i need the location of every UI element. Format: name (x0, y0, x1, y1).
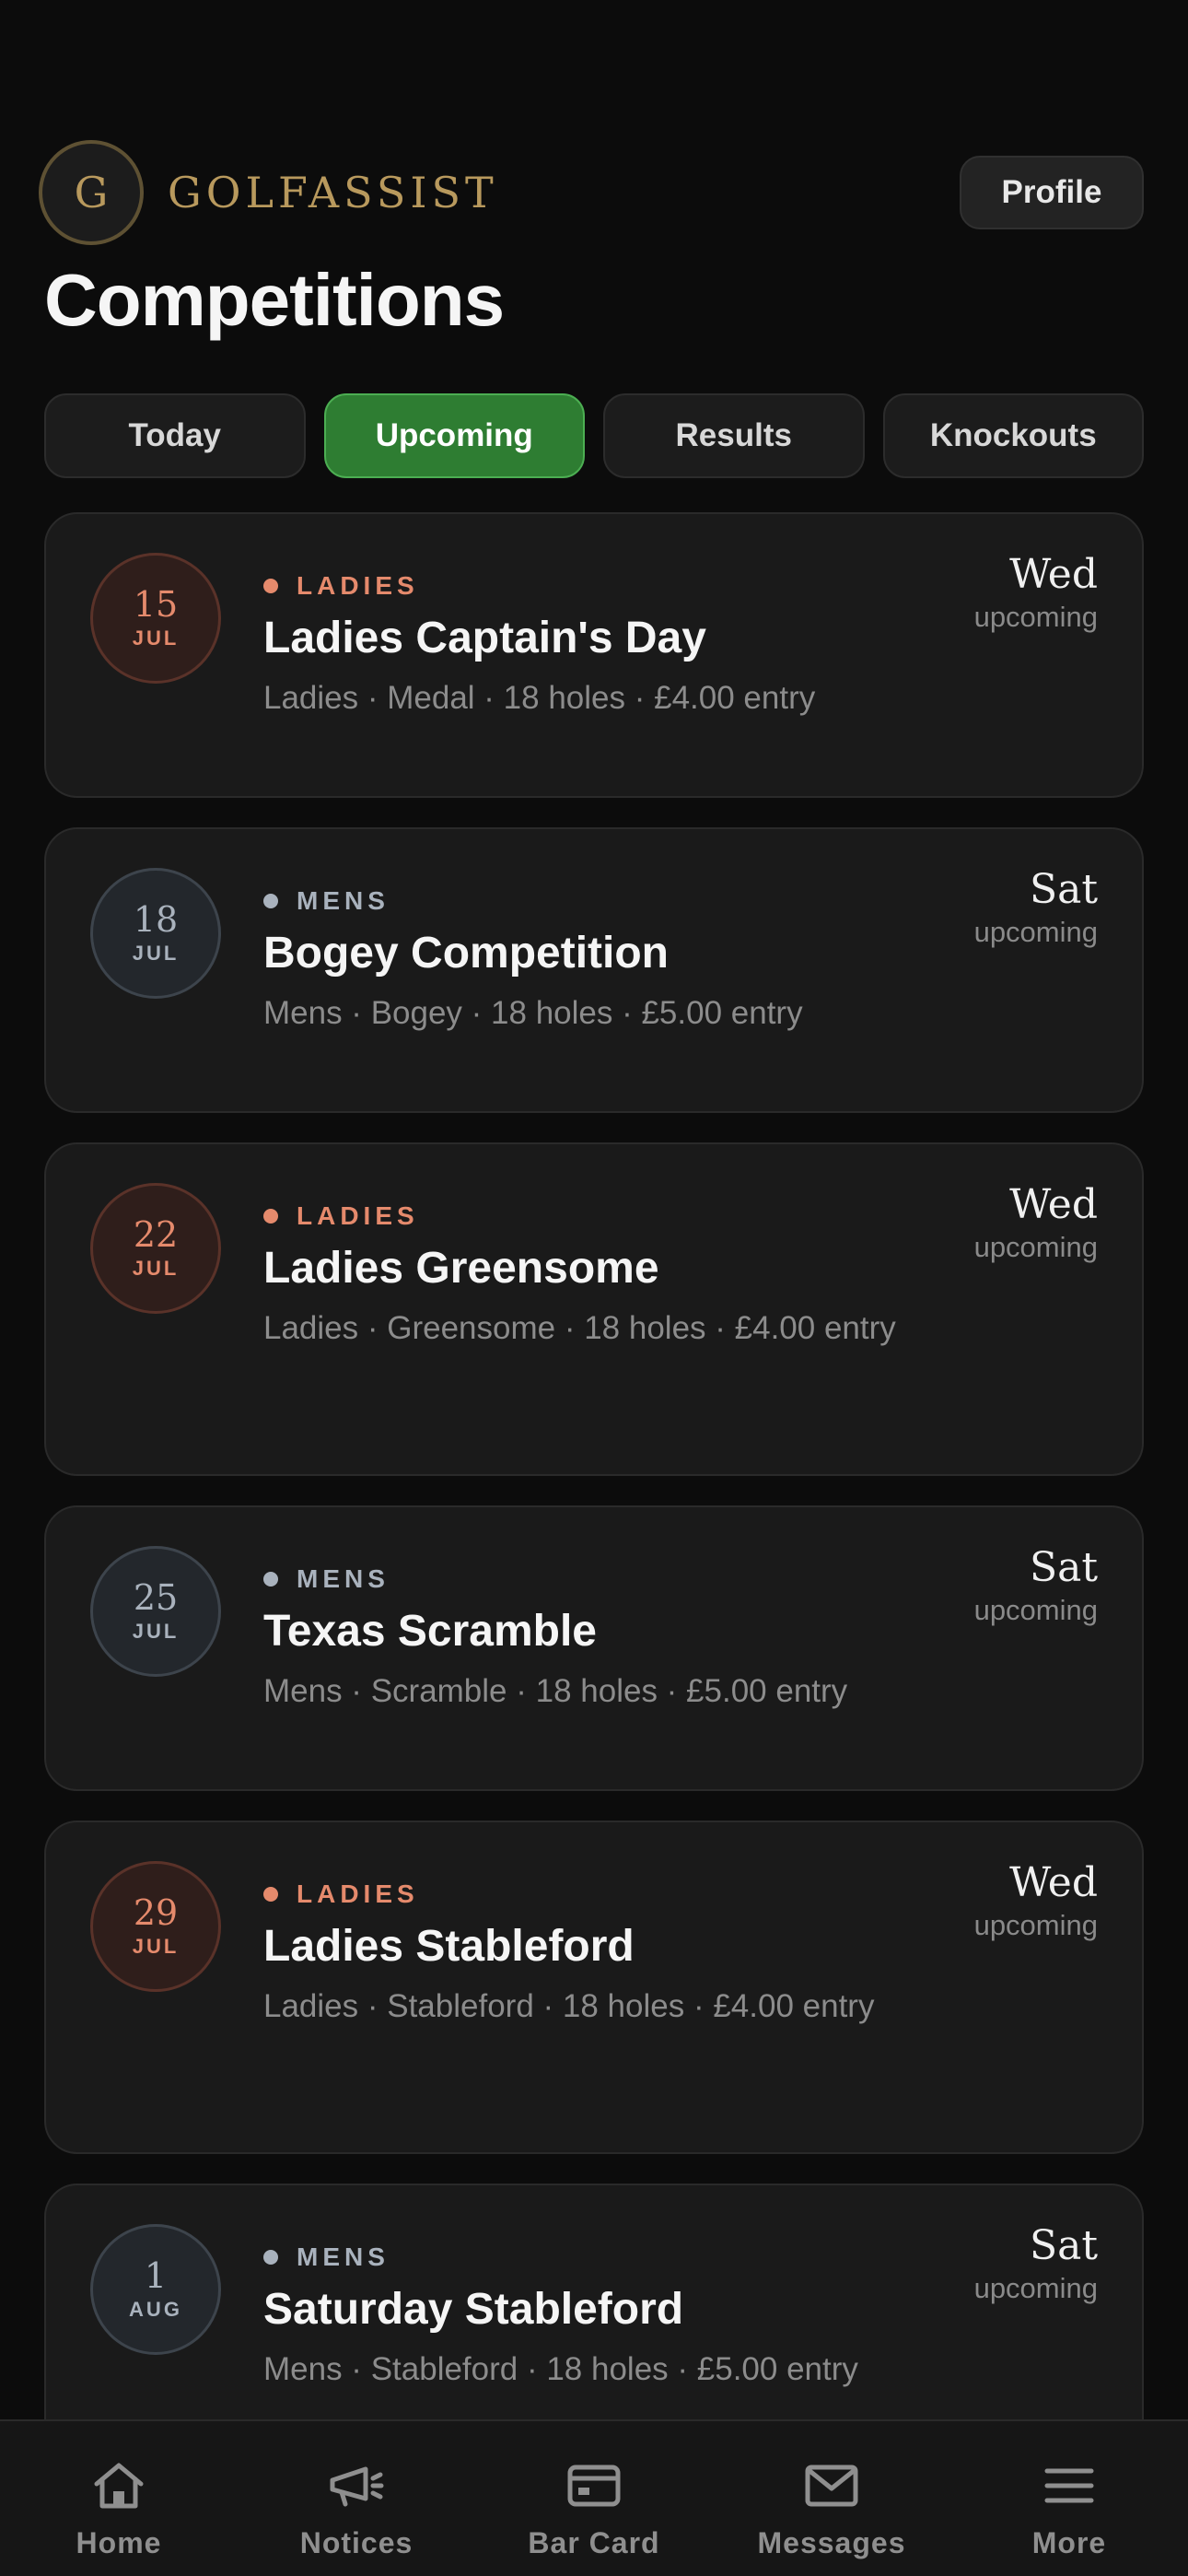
competition-tabs: Today Upcoming Results Knockouts (44, 393, 1144, 478)
date-month: JUL (132, 1620, 180, 1643)
competition-name: Bogey Competition (263, 929, 669, 978)
competition-status: upcoming (973, 1909, 1098, 1941)
category-tag: MENS (263, 1564, 921, 1594)
date-day: 29 (133, 1892, 179, 1933)
category-tag: MENS (263, 2242, 921, 2272)
category-label: MENS (297, 886, 390, 915)
date-day: 22 (133, 1214, 179, 1255)
tab-upcoming[interactable]: Upcoming (323, 393, 585, 478)
category-dot-icon (263, 1572, 278, 1587)
competition-card[interactable]: 22 JUL LADIES Ladies Greensome Ladies · … (44, 1142, 1144, 1476)
date-month: JUL (132, 1257, 180, 1280)
category-dot-icon (263, 2250, 278, 2265)
brand-initial: G (74, 168, 109, 217)
category-label: LADIES (297, 1879, 419, 1908)
competition-meta: Mens · Scramble · 18 holes · £5.00 entry (263, 1673, 848, 1709)
page-title: Competitions (44, 259, 505, 341)
competition-status: upcoming (973, 916, 1098, 948)
category-label: LADIES (297, 571, 419, 600)
date-day: 25 (133, 1577, 179, 1618)
tab-knockouts[interactable]: Knockouts (882, 393, 1144, 478)
nav-label: Home (76, 2526, 162, 2559)
competition-name: Ladies Captain's Day (263, 614, 706, 662)
nav-label: Notices (299, 2526, 413, 2559)
competition-meta: Ladies · Stableford · 18 holes · £4.00 e… (263, 1988, 875, 2024)
brand-logo: G (39, 140, 144, 245)
date-day: 18 (133, 899, 179, 940)
competition-name: Ladies Greensome (263, 1244, 659, 1293)
date-day: 1 (144, 2255, 168, 2296)
category-label: MENS (297, 1564, 390, 1593)
competition-status: upcoming (973, 2272, 1098, 2304)
competition-meta: Ladies · Medal · 18 holes · £4.00 entry (263, 680, 816, 716)
date-month: JUL (132, 626, 180, 650)
card-icon (566, 2460, 622, 2512)
date-badge: 15 JUL (90, 553, 221, 684)
competition-name: Texas Scramble (263, 1607, 597, 1656)
nav-label: More (1031, 2526, 1107, 2559)
competition-card[interactable]: 15 JUL LADIES Ladies Captain's Day Ladie… (44, 512, 1144, 798)
date-badge: 1 AUG (90, 2224, 221, 2355)
date-day: 15 (133, 584, 179, 625)
competition-card[interactable]: 29 JUL LADIES Ladies Stableford Ladies ·… (44, 1821, 1144, 2154)
date-month: JUL (132, 942, 180, 965)
nav-label: Bar Card (528, 2526, 660, 2559)
megaphone-icon (329, 2460, 384, 2512)
category-tag: LADIES (263, 1201, 921, 1231)
nav-more[interactable]: More (950, 2421, 1188, 2576)
competition-name: Saturday Stableford (263, 2285, 684, 2334)
competition-card[interactable]: 25 JUL MENS Texas Scramble Mens · Scramb… (44, 1505, 1144, 1791)
competition-weekday: Wed (1009, 1859, 1098, 1906)
bottom-nav: Home Notices Bar Card Messages More (0, 2419, 1188, 2576)
nav-messages[interactable]: Messages (713, 2421, 950, 2576)
category-tag: LADIES (263, 571, 921, 601)
competition-weekday: Wed (1009, 1181, 1098, 1228)
date-badge: 18 JUL (90, 868, 221, 999)
competition-status: upcoming (973, 601, 1098, 633)
tab-today[interactable]: Today (44, 393, 306, 478)
category-label: MENS (297, 2242, 390, 2271)
competition-weekday: Sat (1029, 1544, 1098, 1591)
date-month: JUL (132, 1935, 180, 1958)
category-dot-icon (263, 1209, 278, 1224)
competition-weekday: Sat (1029, 866, 1098, 913)
competition-status: upcoming (973, 1594, 1098, 1626)
category-dot-icon (263, 579, 278, 593)
profile-button[interactable]: Profile (960, 156, 1144, 229)
competition-card[interactable]: 18 JUL MENS Bogey Competition Mens · Bog… (44, 827, 1144, 1113)
competition-meta: Mens · Bogey · 18 holes · £5.00 entry (263, 995, 803, 1031)
date-badge: 25 JUL (90, 1546, 221, 1677)
competition-name: Ladies Stableford (263, 1922, 635, 1971)
competition-weekday: Wed (1009, 551, 1098, 598)
competition-meta: Mens · Stableford · 18 holes · £5.00 ent… (263, 2351, 858, 2387)
brand-name: GOLFASSIST (168, 168, 498, 217)
nav-bar-card[interactable]: Bar Card (475, 2421, 713, 2576)
mail-icon (804, 2460, 859, 2512)
category-tag: MENS (263, 886, 921, 916)
competition-weekday: Sat (1029, 2222, 1098, 2269)
date-month: AUG (129, 2298, 182, 2321)
nav-label: Messages (757, 2526, 906, 2559)
app-header: G GOLFASSIST Profile (39, 138, 1144, 247)
category-dot-icon (263, 894, 278, 908)
brand: G GOLFASSIST (39, 140, 498, 245)
date-badge: 29 JUL (90, 1861, 221, 1992)
nav-home[interactable]: Home (0, 2421, 238, 2576)
tab-results[interactable]: Results (603, 393, 865, 478)
category-label: LADIES (297, 1201, 419, 1230)
category-dot-icon (263, 1887, 278, 1902)
nav-notices[interactable]: Notices (238, 2421, 475, 2576)
home-icon (91, 2460, 146, 2512)
category-tag: LADIES (263, 1879, 921, 1909)
date-badge: 22 JUL (90, 1183, 221, 1314)
competition-meta: Ladies · Greensome · 18 holes · £4.00 en… (263, 1310, 896, 1346)
competition-status: upcoming (973, 1231, 1098, 1263)
menu-icon (1042, 2460, 1097, 2512)
